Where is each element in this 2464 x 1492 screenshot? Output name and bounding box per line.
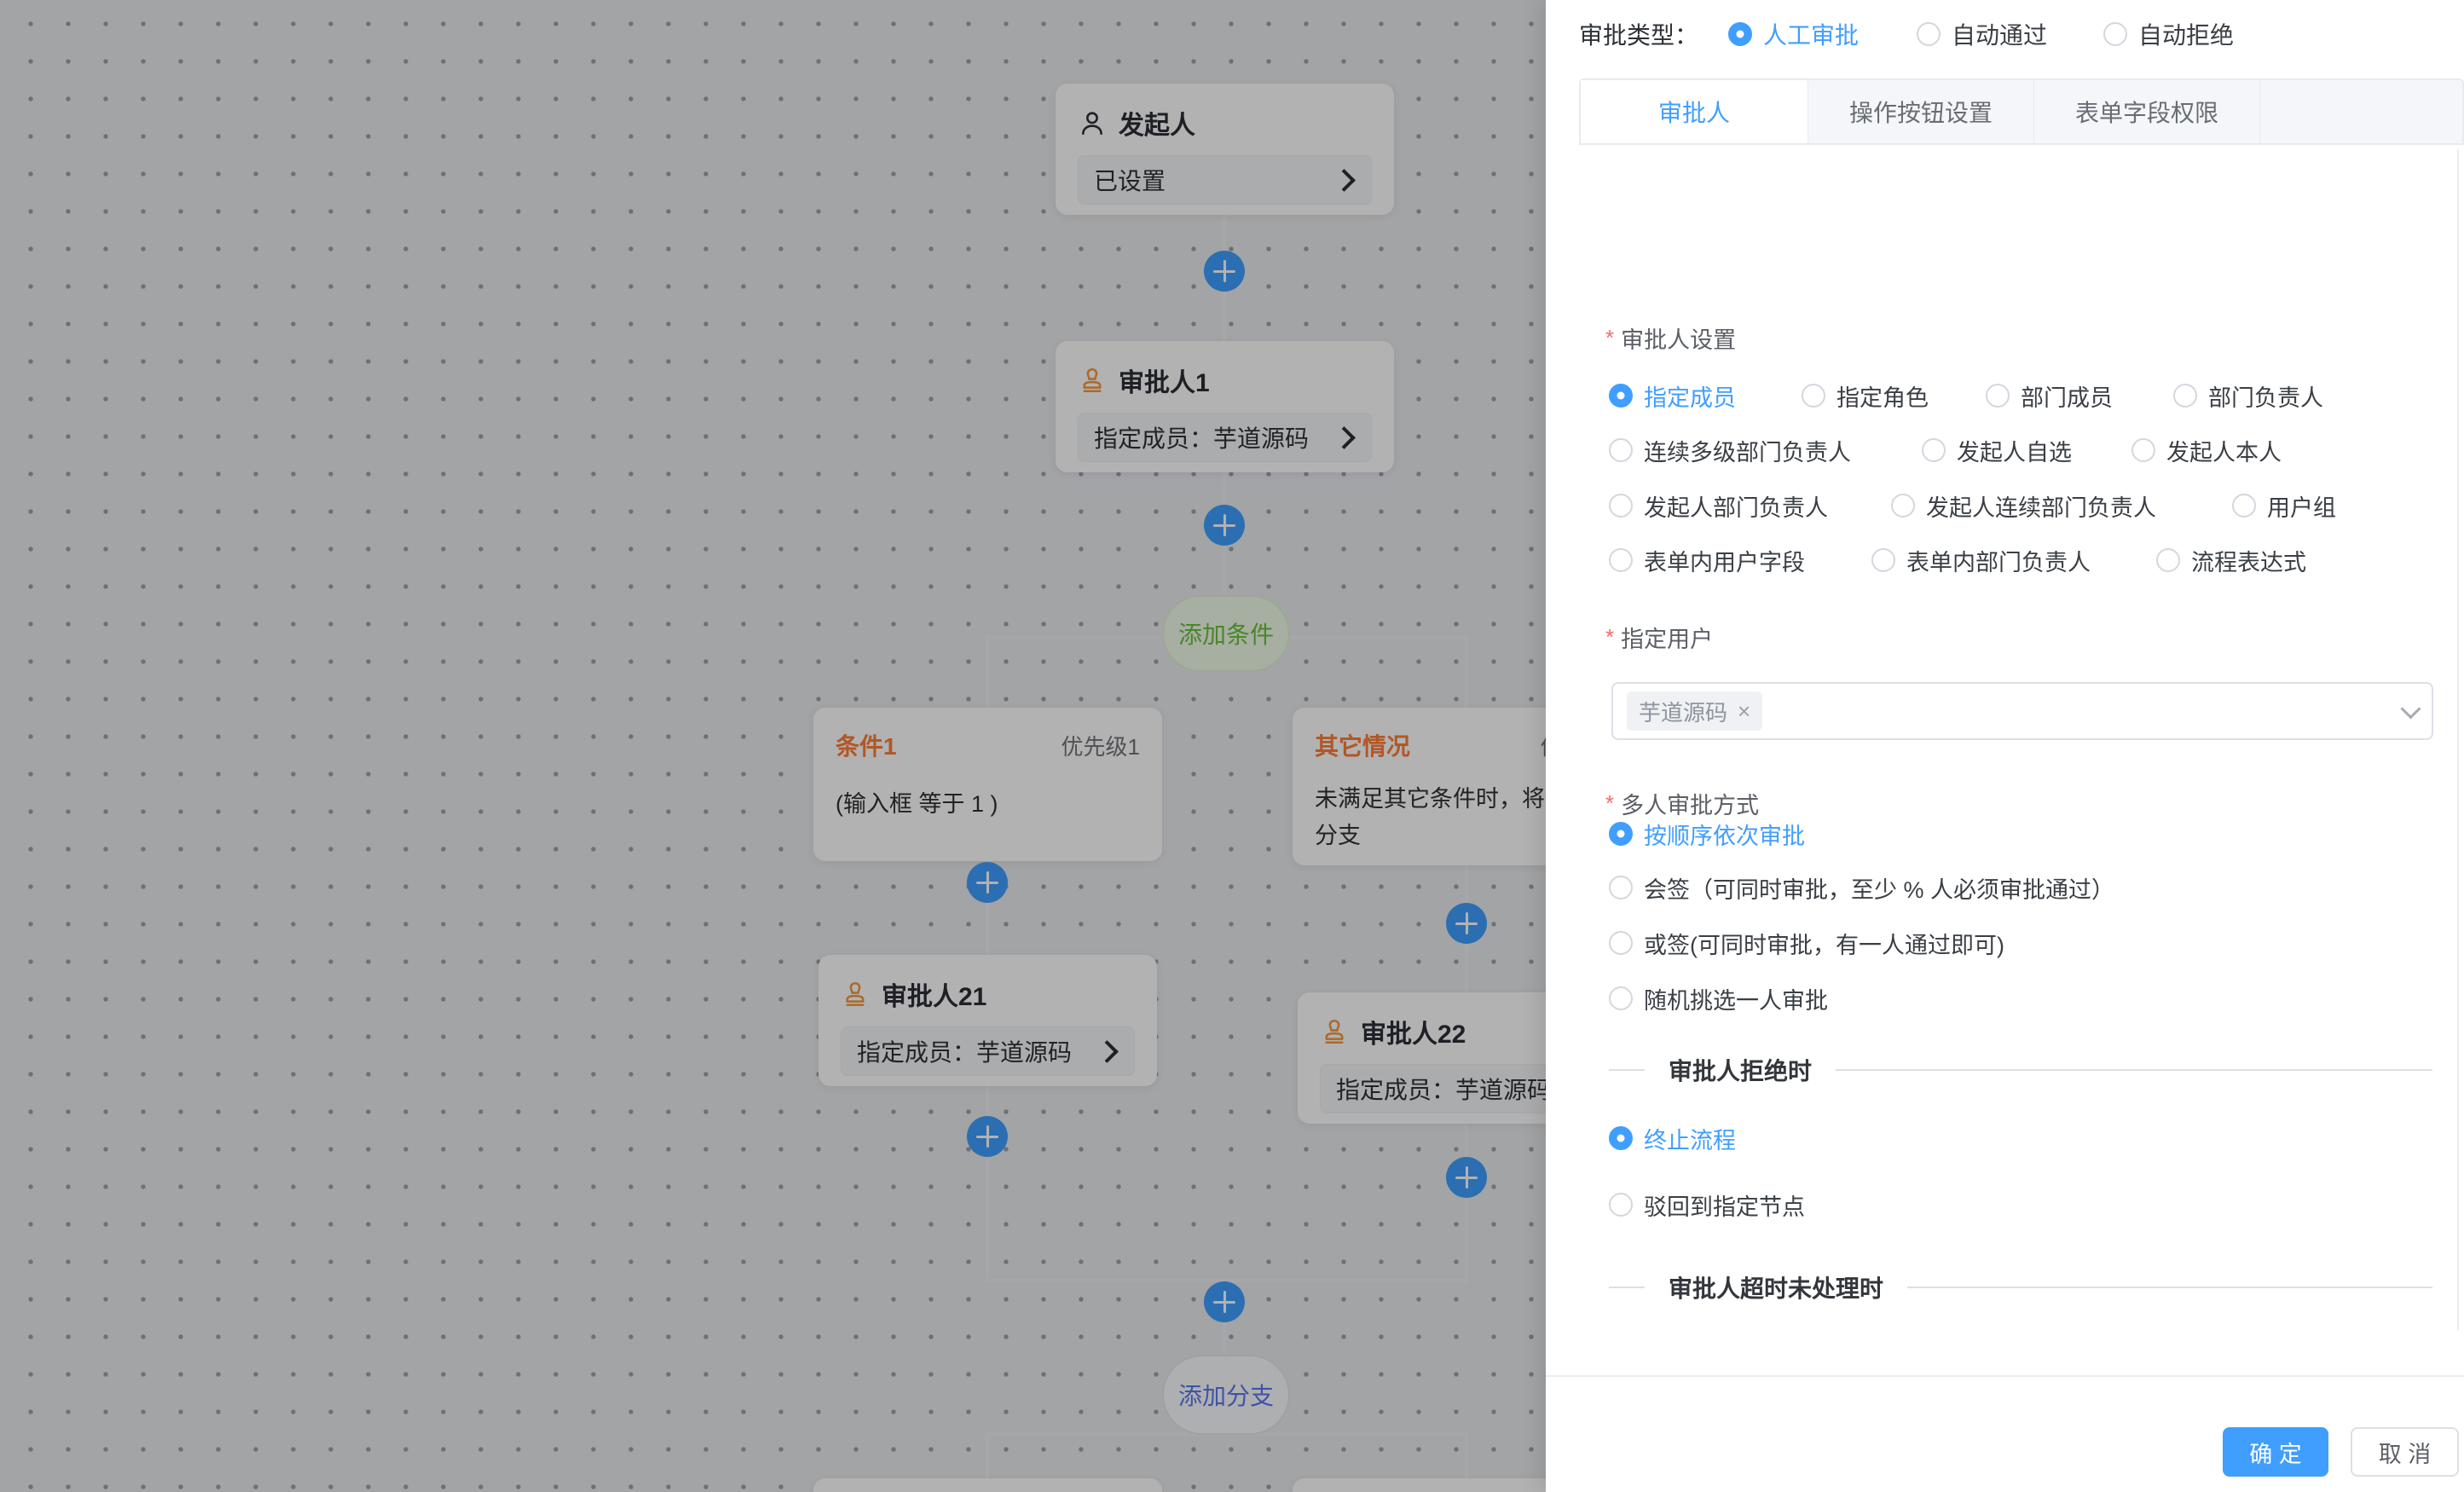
section-title: 审批人拒绝时 [1669, 1053, 1812, 1087]
modal-mask[interactable] [0, 0, 1546, 1492]
radio-initiator-self[interactable]: 发起人本人 [2131, 435, 2282, 466]
scrollbar[interactable] [2457, 149, 2459, 1330]
approval-settings-panel: 审批类型： 人工审批 自动通过 自动拒绝 审批人 操作按钮设置 表单字段权限 [1546, 0, 2464, 1492]
radio-random-one[interactable]: 随机挑选一人审批 [1609, 983, 1828, 1014]
radio-terminate-process[interactable]: 终止流程 [1609, 1123, 1736, 1154]
radio-auto-reject[interactable]: 自动拒绝 [2103, 15, 2234, 53]
radio-icon[interactable] [2232, 494, 2256, 518]
approver-settings-form[interactable]: * 审批人设置 指定成员 指定角色 部门成员 部门负责人 [1546, 145, 2464, 1330]
cancel-button[interactable]: 取 消 [2351, 1427, 2459, 1477]
radio-icon[interactable] [1922, 438, 1946, 462]
radio-icon[interactable] [1609, 494, 1633, 518]
required-asterisk: * [1605, 790, 1614, 817]
radio-icon[interactable] [1728, 22, 1752, 46]
radio-icon[interactable] [1609, 986, 1633, 1010]
radio-sequential-approve[interactable]: 按顺序依次审批 [1609, 818, 1805, 849]
radio-auto-pass[interactable]: 自动通过 [1917, 15, 2047, 53]
radio-initiator-select[interactable]: 发起人自选 [1922, 435, 2072, 466]
radio-form-dept-leader[interactable]: 表单内部门负责人 [1871, 545, 2091, 575]
radio-orsign[interactable]: 或签(可同时审批，有一人通过即可) [1609, 928, 2004, 958]
radio-icon[interactable] [1609, 822, 1633, 846]
multi-approve-label: * 多人审批方式 [1605, 788, 1759, 818]
radio-icon[interactable] [2103, 22, 2127, 46]
radio-dept-member[interactable]: 部门成员 [1986, 380, 2113, 411]
radio-icon[interactable] [1891, 494, 1915, 518]
footer-divider [1546, 1375, 2464, 1377]
approval-type-label: 审批类型： [1579, 15, 1698, 53]
chevron-down-icon [2400, 698, 2421, 719]
tab-approver[interactable]: 审批人 [1581, 80, 1808, 143]
confirm-button[interactable]: 确 定 [2223, 1427, 2328, 1477]
radio-icon[interactable] [1609, 876, 1633, 899]
settings-tabs: 审批人 操作按钮设置 表单字段权限 [1579, 78, 2464, 145]
radio-user-group[interactable]: 用户组 [2232, 490, 2336, 521]
radio-icon[interactable] [1609, 1126, 1633, 1150]
radio-multi-level-dept-leader[interactable]: 连续多级部门负责人 [1609, 435, 1851, 466]
radio-assigned-role[interactable]: 指定角色 [1802, 380, 1929, 411]
radio-icon[interactable] [1871, 548, 1895, 572]
radio-icon[interactable] [1609, 384, 1633, 408]
user-tag[interactable]: 芋道源码 × [1627, 691, 1762, 731]
radio-icon[interactable] [1609, 931, 1633, 955]
radio-assigned-member[interactable]: 指定成员 [1609, 380, 1736, 411]
timeout-section-divider: 审批人超时未处理时 [1609, 1270, 2432, 1304]
tab-form-field-permissions[interactable]: 表单字段权限 [2034, 80, 2260, 143]
radio-icon[interactable] [1609, 1193, 1633, 1217]
radio-dept-leader[interactable]: 部门负责人 [2173, 380, 2323, 411]
radio-icon[interactable] [1986, 384, 2010, 408]
required-asterisk: * [1605, 325, 1614, 351]
radio-icon[interactable] [1609, 438, 1633, 462]
reject-section-divider: 审批人拒绝时 [1609, 1053, 2432, 1087]
radio-process-expression[interactable]: 流程表达式 [2156, 545, 2306, 575]
tag-close-icon[interactable]: × [1738, 700, 1750, 722]
radio-icon[interactable] [1802, 384, 1825, 408]
assign-user-label: * 指定用户 [1605, 622, 1713, 652]
radio-icon[interactable] [1917, 22, 1941, 46]
radio-icon[interactable] [2173, 384, 2197, 408]
workflow-designer-app: 发起人 已设置 审批人1 指定成员：芋道源码 [0, 0, 2464, 1492]
section-title: 审批人超时未处理时 [1669, 1270, 1883, 1304]
radio-icon[interactable] [1609, 548, 1633, 572]
radio-manual-approve[interactable]: 人工审批 [1728, 15, 1859, 53]
radio-initiator-multi-dept-leader[interactable]: 发起人连续部门负责人 [1891, 490, 2156, 521]
approver-setting-label: * 审批人设置 [1605, 322, 1736, 353]
radio-countersign[interactable]: 会签（可同时审批，至少 % 人必须审批通过） [1609, 872, 2114, 903]
tab-action-buttons[interactable]: 操作按钮设置 [1808, 80, 2034, 143]
radio-return-to-node[interactable]: 驳回到指定节点 [1609, 1189, 1805, 1220]
radio-icon[interactable] [2156, 548, 2180, 572]
radio-initiator-dept-leader[interactable]: 发起人部门负责人 [1609, 490, 1828, 521]
assign-user-select[interactable]: 芋道源码 × [1611, 682, 2433, 740]
radio-icon[interactable] [2131, 438, 2155, 462]
radio-form-user-field[interactable]: 表单内用户字段 [1609, 545, 1805, 575]
required-asterisk: * [1605, 624, 1614, 651]
